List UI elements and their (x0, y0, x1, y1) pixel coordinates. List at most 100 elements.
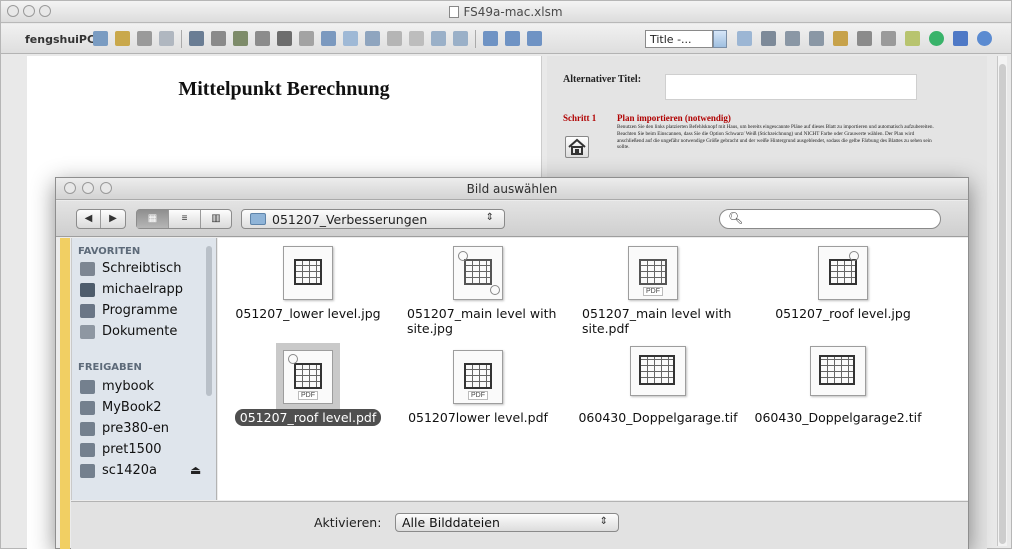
speech-bubble-icon[interactable] (505, 31, 520, 46)
scrollbar-thumb[interactable] (999, 64, 1006, 544)
zoom-in-icon[interactable] (785, 31, 800, 46)
file-item[interactable]: 051207_main level with site.jpg (393, 238, 563, 348)
image-icon[interactable] (365, 31, 380, 46)
favorites-header: FAVORITEN (78, 246, 141, 257)
chart-icon[interactable] (321, 31, 336, 46)
shared-header: FREIGABEN (78, 362, 142, 373)
file-item[interactable]: PDF 051207lower level.pdf (393, 342, 563, 452)
formula-icon[interactable] (387, 31, 402, 46)
copy-icon[interactable] (431, 31, 446, 46)
print-icon[interactable] (857, 31, 872, 46)
shape-icon[interactable] (299, 31, 314, 46)
computer-icon (80, 401, 95, 415)
column-view-button[interactable]: ▥ (201, 210, 231, 228)
file-name: 051207_lower level.jpg (235, 306, 381, 321)
file-thumbnail: PDF (283, 350, 333, 404)
sidebar-item-label: pre380-en (102, 421, 170, 436)
file-item[interactable]: PDF 051207_main level with site.pdf (568, 238, 738, 348)
mail-icon[interactable] (189, 31, 204, 46)
toolbar-separator (181, 30, 182, 48)
sidebar-item-dokumente[interactable]: Dokumente (78, 322, 206, 342)
rectangle-icon[interactable] (277, 31, 292, 46)
comment-icon[interactable] (483, 31, 498, 46)
toolbar-label: fengshuiPC (25, 33, 96, 46)
popup-arrows-icon: ⇕ (599, 516, 608, 527)
zoom-out-icon[interactable] (809, 31, 824, 46)
fit-icon[interactable] (761, 31, 776, 46)
sidebar-scrollbar[interactable] (206, 246, 212, 396)
icon-view-button[interactable]: ▦ (137, 210, 169, 228)
sidebar-item-label: pret1500 (102, 442, 162, 457)
sidebar-item-programme[interactable]: Programme (78, 301, 206, 321)
sidebar-item-michaelrapp[interactable]: michaelrapp (78, 280, 206, 300)
current-folder-name: 051207_Verbesserungen (272, 212, 428, 227)
import-plan-button[interactable] (565, 136, 589, 158)
paste-icon[interactable] (453, 31, 468, 46)
alt-title-input[interactable] (665, 74, 917, 100)
file-item[interactable]: 051207_roof level.jpg (758, 238, 928, 348)
history-nav: ◀ ▶ (76, 209, 126, 229)
house-icon (568, 138, 586, 155)
save-icon[interactable] (93, 31, 108, 46)
file-thumbnail (453, 246, 503, 300)
custom-toolbar: fengshuiPC Title -... (1, 24, 1011, 54)
sheet-heading: Mittelpunkt Berechnung (178, 78, 390, 100)
frame-icon[interactable] (737, 31, 752, 46)
eject-icon[interactable]: ⏏ (190, 463, 201, 477)
search-field[interactable]: 🔍︎ (719, 209, 941, 229)
pen-icon[interactable] (905, 31, 920, 46)
calendar-icon[interactable] (833, 31, 848, 46)
book-icon[interactable] (115, 31, 130, 46)
dialog-options-bar: Aktivieren: Alle Bilddateien ⇕ (71, 501, 968, 549)
sidebar-item-label: Schreibtisch (102, 261, 182, 276)
info-icon[interactable] (977, 31, 992, 46)
sheet-scrollbar[interactable] (997, 56, 1007, 546)
file-item[interactable]: 051207_lower level.jpg (223, 238, 393, 348)
camera-icon[interactable] (137, 31, 152, 46)
sidebar-item-label: michaelrapp (102, 282, 184, 297)
sidebar-item-pre380-en[interactable]: pre380-en (78, 419, 206, 439)
step-title: Plan importieren (notwendig) (617, 113, 731, 123)
title-dropdown-arrow[interactable] (713, 30, 727, 48)
sidebar-item-sc1420a[interactable]: sc1420a ⏏ (78, 461, 206, 481)
sidebar-item-mybook[interactable]: mybook (78, 377, 206, 397)
popup-arrows-icon: ⇕ (485, 212, 494, 223)
floor-plan-icon (819, 355, 855, 385)
file-name: 060430_Doppelgarage.tif (578, 410, 738, 425)
window-title-text: FS49a-mac.xlsm (463, 5, 563, 19)
file-item[interactable]: 060430_Doppelgarage.tif (573, 342, 743, 452)
sidebar-item-schreibtisch[interactable]: Schreibtisch (78, 259, 206, 279)
home-icon (80, 283, 95, 297)
green-circle-icon[interactable] (929, 31, 944, 46)
document-icon (449, 6, 460, 18)
arrow-icon[interactable] (409, 31, 424, 46)
grid-icon[interactable] (233, 31, 248, 46)
floor-plan-icon (294, 363, 322, 389)
sidebar-item-label: MyBook2 (102, 400, 162, 415)
window-title: FS49a-mac.xlsm (1, 5, 1011, 19)
sidebar-item-mybook2[interactable]: MyBook2 (78, 398, 206, 418)
file-thumbnail (810, 346, 866, 396)
floor-plan-icon (464, 259, 492, 285)
curve-icon[interactable] (255, 31, 270, 46)
table-icon[interactable] (343, 31, 358, 46)
floor-plan-icon (829, 259, 857, 285)
list-view-button[interactable]: ≡ (169, 210, 201, 228)
file-item-selected[interactable]: PDF 051207_roof level.pdf (223, 342, 393, 452)
forward-button[interactable]: ▶ (101, 210, 125, 228)
folder-path-popup[interactable]: 051207_Verbesserungen ⇕ (241, 209, 505, 229)
sidebar-item-label: mybook (102, 379, 155, 394)
callout-icon[interactable] (527, 31, 542, 46)
blue-square-icon[interactable] (953, 31, 968, 46)
title-dropdown[interactable]: Title -... (645, 30, 713, 48)
sidebar-item-label: Dokumente (102, 324, 178, 339)
sidebar-item-pret1500[interactable]: pret1500 (78, 440, 206, 460)
back-button[interactable]: ◀ (77, 210, 101, 228)
applications-icon (80, 304, 95, 318)
file-name: 051207_roof level.jpg (775, 306, 911, 321)
home-icon[interactable] (211, 31, 226, 46)
layers-icon[interactable] (159, 31, 174, 46)
text-icon[interactable] (881, 31, 896, 46)
file-type-select[interactable]: Alle Bilddateien ⇕ (395, 513, 619, 532)
file-item[interactable]: 060430_Doppelgarage2.tif (753, 342, 923, 452)
